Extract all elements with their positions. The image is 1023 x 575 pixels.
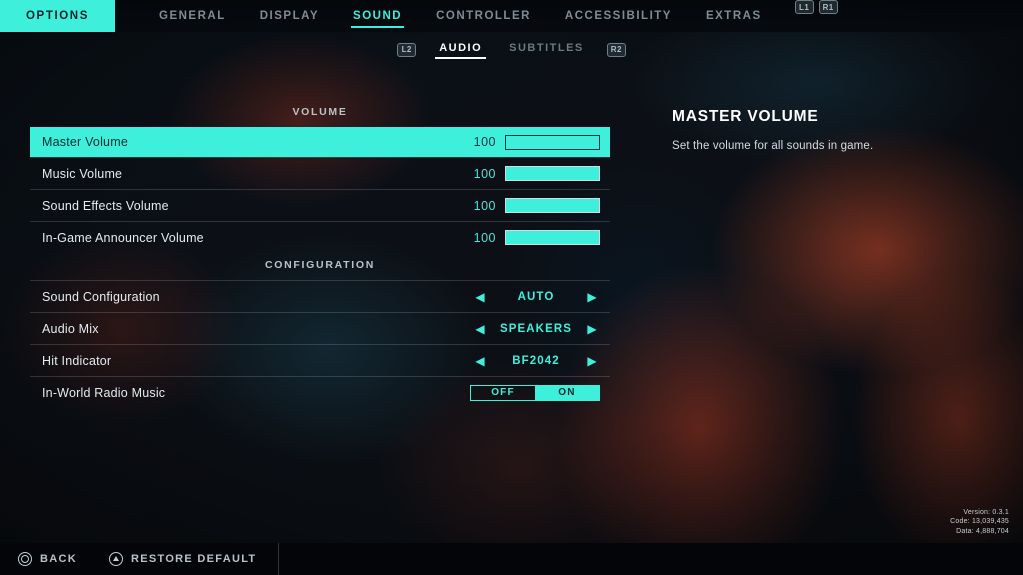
back-button-label: BACK (40, 553, 77, 565)
settings-list: VOLUME Master Volume 100 Music Volume 100 Sou… (30, 100, 610, 408)
setting-label: In-Game Announcer Volume (42, 230, 204, 245)
sub-tab-list: AUDIO SUBTITLES (435, 40, 588, 59)
setting-label: Sound Configuration (42, 289, 160, 304)
setting-label: In-World Radio Music (42, 385, 166, 400)
slider-fill (506, 231, 599, 244)
setting-row[interactable]: In-Game Announcer Volume 100 (30, 221, 610, 253)
description-body: Set the volume for all sounds in game. (672, 140, 874, 152)
setting-row[interactable]: Master Volume 100 (30, 127, 610, 157)
code-line: Code: 13,039,435 (950, 518, 1009, 525)
sub-tab-bar: L2 AUDIO SUBTITLES R2 (0, 37, 1023, 62)
main-tab-accessibility[interactable]: ACCESSIBILITY (548, 0, 689, 32)
slider-value: 100 (473, 135, 496, 149)
setting-row[interactable]: Music Volume 100 (30, 157, 610, 189)
setting-row[interactable]: Hit Indicator ◀ BF2042 ▶ (30, 344, 610, 376)
back-button[interactable]: BACK (0, 543, 93, 575)
toggle-option-off[interactable]: OFF (471, 386, 535, 400)
option-selector: ◀ BF2042 ▶ (472, 355, 600, 367)
volume-slider[interactable] (505, 166, 600, 181)
bottom-bar-divider (278, 543, 280, 575)
triangle-button-icon (108, 552, 123, 566)
circle-button-icon (18, 552, 32, 566)
slider-fill (506, 167, 599, 180)
section-header-volume: VOLUME (292, 106, 348, 118)
chevron-left-icon[interactable]: ◀ (472, 355, 488, 367)
version-info: Version: 0.3.1 Code: 13,039,435 Data: 4,… (950, 508, 1009, 537)
setting-label: Audio Mix (42, 321, 99, 336)
selector-value: SPEAKERS (499, 322, 573, 335)
l2-trigger-badge[interactable]: L2 (397, 42, 417, 57)
options-menu-title: OPTIONS (0, 0, 115, 32)
setting-row[interactable]: Audio Mix ◀ SPEAKERS ▶ (30, 312, 610, 344)
volume-slider[interactable] (505, 230, 600, 245)
l1-button-badge[interactable]: L1 (794, 0, 814, 14)
top-navigation-bar: OPTIONS GENERAL DISPLAY SOUND CONTROLLER ACC… (0, 0, 1023, 32)
setting-label: Master Volume (42, 135, 128, 149)
r2-trigger-badge[interactable]: R2 (606, 42, 626, 57)
main-tab-extras[interactable]: EXTRAS (689, 0, 779, 32)
slider-value: 100 (473, 198, 496, 213)
selector-value: BF2042 (512, 354, 560, 367)
sub-tab-audio[interactable]: AUDIO (435, 40, 487, 59)
setting-label: Hit Indicator (42, 353, 112, 368)
setting-label: Sound Effects Volume (42, 198, 169, 213)
sub-tab-subtitles[interactable]: SUBTITLES (505, 40, 588, 59)
data-line: Data: 4,888,704 (956, 527, 1009, 535)
option-selector: ◀ SPEAKERS ▶ (472, 323, 600, 335)
slider-fill (506, 199, 599, 212)
r1-button-badge[interactable]: R1 (818, 0, 838, 14)
selector-value: AUTO (517, 290, 555, 303)
slider-value: 100 (473, 166, 496, 181)
slider-value: 100 (473, 230, 496, 245)
setting-row[interactable]: Sound Configuration ◀ AUTO ▶ (30, 280, 610, 312)
bottom-action-bar: BACK RESTORE DEFAULT (0, 543, 1023, 575)
chevron-left-icon[interactable]: ◀ (472, 323, 488, 335)
version-line: Version: 0.3.1 (963, 508, 1009, 516)
restore-default-label: RESTORE DEFAULT (130, 553, 257, 565)
section-header-configuration: CONFIGURATION (265, 259, 375, 271)
chevron-right-icon[interactable]: ▶ (584, 291, 600, 303)
toggle-option-on[interactable]: ON (535, 385, 599, 400)
chevron-right-icon[interactable]: ▶ (584, 355, 600, 367)
shoulder-button-badges: L1 R1 (794, 0, 838, 32)
main-tab-display[interactable]: DISPLAY (243, 0, 336, 32)
main-tab-list: GENERAL DISPLAY SOUND CONTROLLER ACCESSIBILI… (142, 0, 779, 32)
chevron-left-icon[interactable]: ◀ (472, 291, 488, 303)
setting-row[interactable]: In-World Radio Music OFF ON (30, 376, 610, 408)
main-tab-general[interactable]: GENERAL (142, 0, 243, 32)
restore-default-button[interactable]: RESTORE DEFAULT (93, 543, 272, 575)
onoff-toggle[interactable]: OFF ON (470, 384, 600, 401)
option-selector: ◀ AUTO ▶ (472, 291, 600, 303)
slider-fill (506, 135, 599, 149)
description-panel: MASTER VOLUME Set the volume for all sou… (672, 108, 1002, 152)
main-tab-controller[interactable]: CONTROLLER (419, 0, 548, 32)
setting-label: Music Volume (42, 166, 123, 181)
main-tab-sound[interactable]: SOUND (336, 0, 419, 32)
chevron-right-icon[interactable]: ▶ (584, 323, 600, 335)
volume-slider[interactable] (505, 198, 600, 213)
description-title: MASTER VOLUME (672, 108, 819, 125)
volume-slider[interactable] (505, 134, 600, 150)
setting-row[interactable]: Sound Effects Volume 100 (30, 189, 610, 221)
